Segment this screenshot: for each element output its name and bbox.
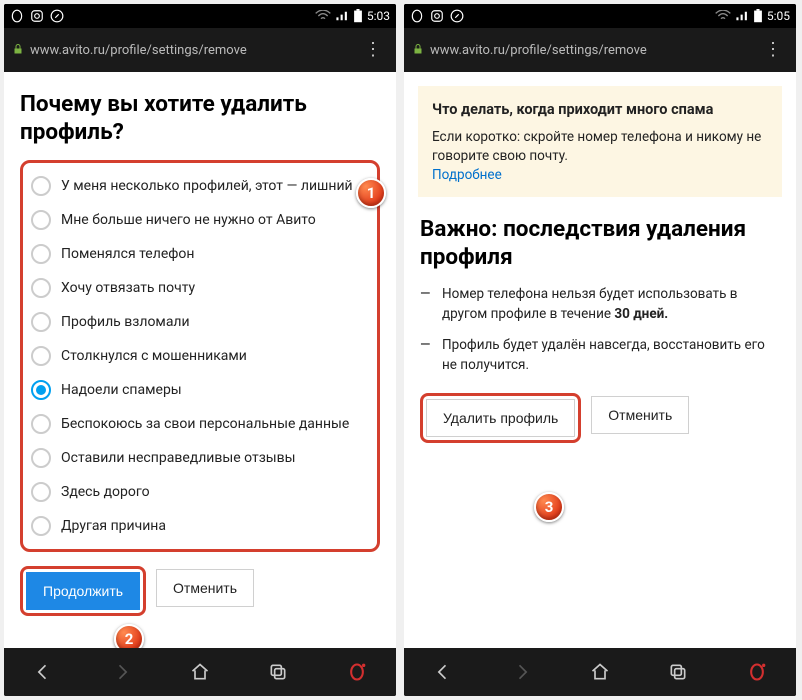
battery-icon [753,9,763,23]
option-label: У меня несколько профилей, этот — лишний [61,178,353,194]
option-label: Профиль взломали [61,314,190,330]
continue-button[interactable]: Продолжить [26,572,140,610]
page-title: Важно: последствия удаления профиля [420,215,780,271]
radio-option[interactable]: Другая причина [29,509,371,543]
list-item: Профиль будет удалён навсегда, восстанов… [420,336,780,375]
radio-icon [31,346,51,366]
options-highlight-frame: У меня несколько профилей, этот — лишний… [20,160,380,552]
phone-left: 5:03 www.avito.ru/profile/settings/remov… [4,4,396,696]
radio-option[interactable]: Оставили несправедливые отзывы [29,441,371,475]
info-body: Если коротко: скройте номер телефона и н… [432,128,768,166]
opera-icon [10,9,24,23]
menu-dots-icon[interactable]: ⋮ [758,41,788,59]
page-content: Почему вы хотите удалить профиль? 1 У ме… [4,72,396,648]
lock-icon [412,43,424,58]
radio-icon [31,516,51,536]
radio-option[interactable]: Здесь дорого [29,475,371,509]
page-title: Почему вы хотите удалить профиль? [20,90,380,146]
status-bar: 5:05 [404,4,796,28]
annotation-badge-3: 3 [534,492,564,522]
wifi-icon [315,10,331,22]
annotation-badge-1: 1 [356,178,386,208]
forward-icon[interactable] [502,662,542,682]
shazam-icon [50,9,64,23]
url-text: www.avito.ru/profile/settings/remove [30,43,247,58]
tabs-icon[interactable] [658,662,698,682]
radio-option[interactable]: Хочу отвязать почту [29,271,371,305]
home-icon[interactable] [580,662,620,682]
url-text: www.avito.ru/profile/settings/remove [430,43,647,58]
phone-right: 5:05 www.avito.ru/profile/settings/remov… [404,4,796,696]
option-label: Беспокоюсь за свои персональные данные [61,416,349,432]
cancel-button[interactable]: Отменить [156,569,254,607]
opera-menu-icon[interactable] [737,662,777,682]
radio-option[interactable]: У меня несколько профилей, этот — лишний [29,169,371,203]
url-bar[interactable]: www.avito.ru/profile/settings/remove ⋮ [4,28,396,72]
consequences-list: Номер телефона нельзя будет использовать… [420,285,780,375]
radio-icon [31,210,51,230]
radio-option[interactable]: Столкнулся с мошенниками [29,339,371,373]
info-title: Что делать, когда приходит много спама [432,100,768,120]
radio-icon [31,278,51,298]
status-bar: 5:03 [4,4,396,28]
option-label: Оставили несправедливые отзывы [61,450,296,466]
continue-highlight-frame: Продолжить [20,566,146,616]
forward-icon[interactable] [102,662,142,682]
signal-icon [335,10,349,22]
radio-option[interactable]: Надоели спамеры [29,373,371,407]
delete-profile-button[interactable]: Удалить профиль [426,399,575,437]
instagram-icon [430,9,444,23]
radio-icon [31,244,51,264]
back-icon[interactable] [423,662,463,682]
radio-icon [31,414,51,434]
info-link[interactable]: Подробнее [432,167,502,183]
option-label: Другая причина [61,518,166,534]
option-label: Столкнулся с мошенниками [61,348,247,364]
instagram-icon [30,9,44,23]
menu-dots-icon[interactable]: ⋮ [358,41,388,59]
browser-navbar [404,648,796,696]
list-item: Номер телефона нельзя будет использовать… [420,285,780,324]
cancel-button[interactable]: Отменить [591,396,689,434]
lock-icon [12,43,24,58]
back-icon[interactable] [23,662,63,682]
radio-icon [31,380,51,400]
battery-icon [353,9,363,23]
radio-icon [31,482,51,502]
option-label: Хочу отвязать почту [61,280,195,296]
option-label: Мне больше ничего не нужно от Авито [61,212,316,228]
radio-icon [31,448,51,468]
clock: 5:03 [367,9,390,23]
wifi-icon [715,10,731,22]
radio-option[interactable]: Мне больше ничего не нужно от Авито [29,203,371,237]
radio-option[interactable]: Поменялся телефон [29,237,371,271]
page-content: Что делать, когда приходит много спама Е… [404,72,796,648]
tabs-icon[interactable] [258,662,298,682]
browser-navbar [4,648,396,696]
home-icon[interactable] [180,662,220,682]
option-label: Поменялся телефон [61,246,194,262]
radio-icon [31,176,51,196]
annotation-badge-2: 2 [114,624,144,648]
clock: 5:05 [767,9,790,23]
radio-option[interactable]: Беспокоюсь за свои персональные данные [29,407,371,441]
opera-menu-icon[interactable] [337,662,377,682]
shazam-icon [450,9,464,23]
delete-highlight-frame: Удалить профиль [420,393,581,443]
radio-option[interactable]: Профиль взломали [29,305,371,339]
signal-icon [735,10,749,22]
radio-icon [31,312,51,332]
option-label: Здесь дорого [61,484,150,500]
opera-icon [410,9,424,23]
spam-info-box: Что делать, когда приходит много спама Е… [418,86,782,197]
option-label: Надоели спамеры [61,382,182,398]
url-bar[interactable]: www.avito.ru/profile/settings/remove ⋮ [404,28,796,72]
